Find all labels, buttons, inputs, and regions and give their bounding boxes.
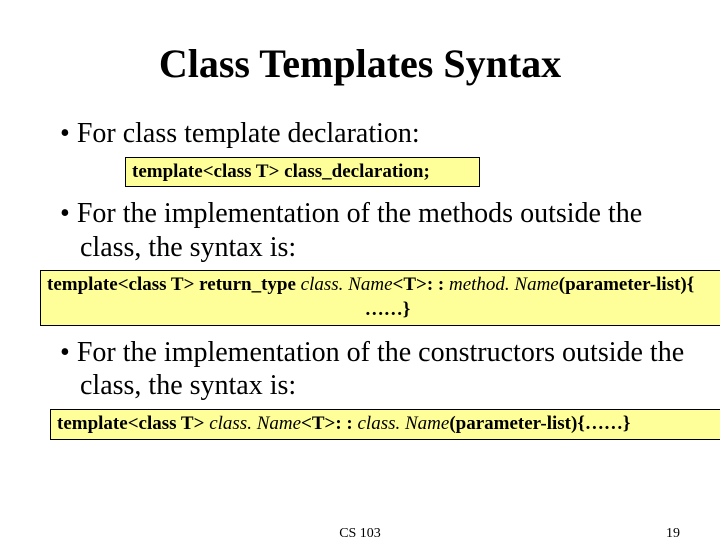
code-2-classname: class. Name	[301, 274, 393, 295]
code-3-classname1: class. Name	[209, 413, 301, 434]
code-3-prefix: template<class T>	[57, 413, 209, 434]
slide-title: Class Templates Syntax	[30, 40, 690, 87]
code-box-2: template<class T> return_type class. Nam…	[40, 270, 720, 325]
code-2-method: method. Name	[449, 274, 559, 295]
code-2-line2: ……}	[47, 298, 720, 323]
bullet-3: For the implementation of the constructo…	[60, 336, 690, 403]
slide: Class Templates Syntax For class templat…	[0, 0, 720, 540]
code-1-text: template<class T> class_declaration;	[132, 161, 430, 182]
bullet-2: For the implementation of the methods ou…	[60, 197, 690, 264]
code-3-classname2: class. Name	[358, 413, 450, 434]
code-box-3: template<class T> class. Name<T>: : clas…	[50, 409, 720, 440]
code-2-mid2: (parameter-list){	[559, 274, 695, 295]
code-3-mid1: <T>: :	[301, 413, 357, 434]
code-box-1: template<class T> class_declaration;	[125, 157, 480, 188]
code-2-prefix: template<class T> return_type	[47, 274, 301, 295]
code-3-mid2: (parameter-list){……}	[449, 413, 630, 434]
code-2-mid1: <T>: :	[393, 274, 449, 295]
bullet-1: For class template declaration:	[60, 117, 690, 151]
